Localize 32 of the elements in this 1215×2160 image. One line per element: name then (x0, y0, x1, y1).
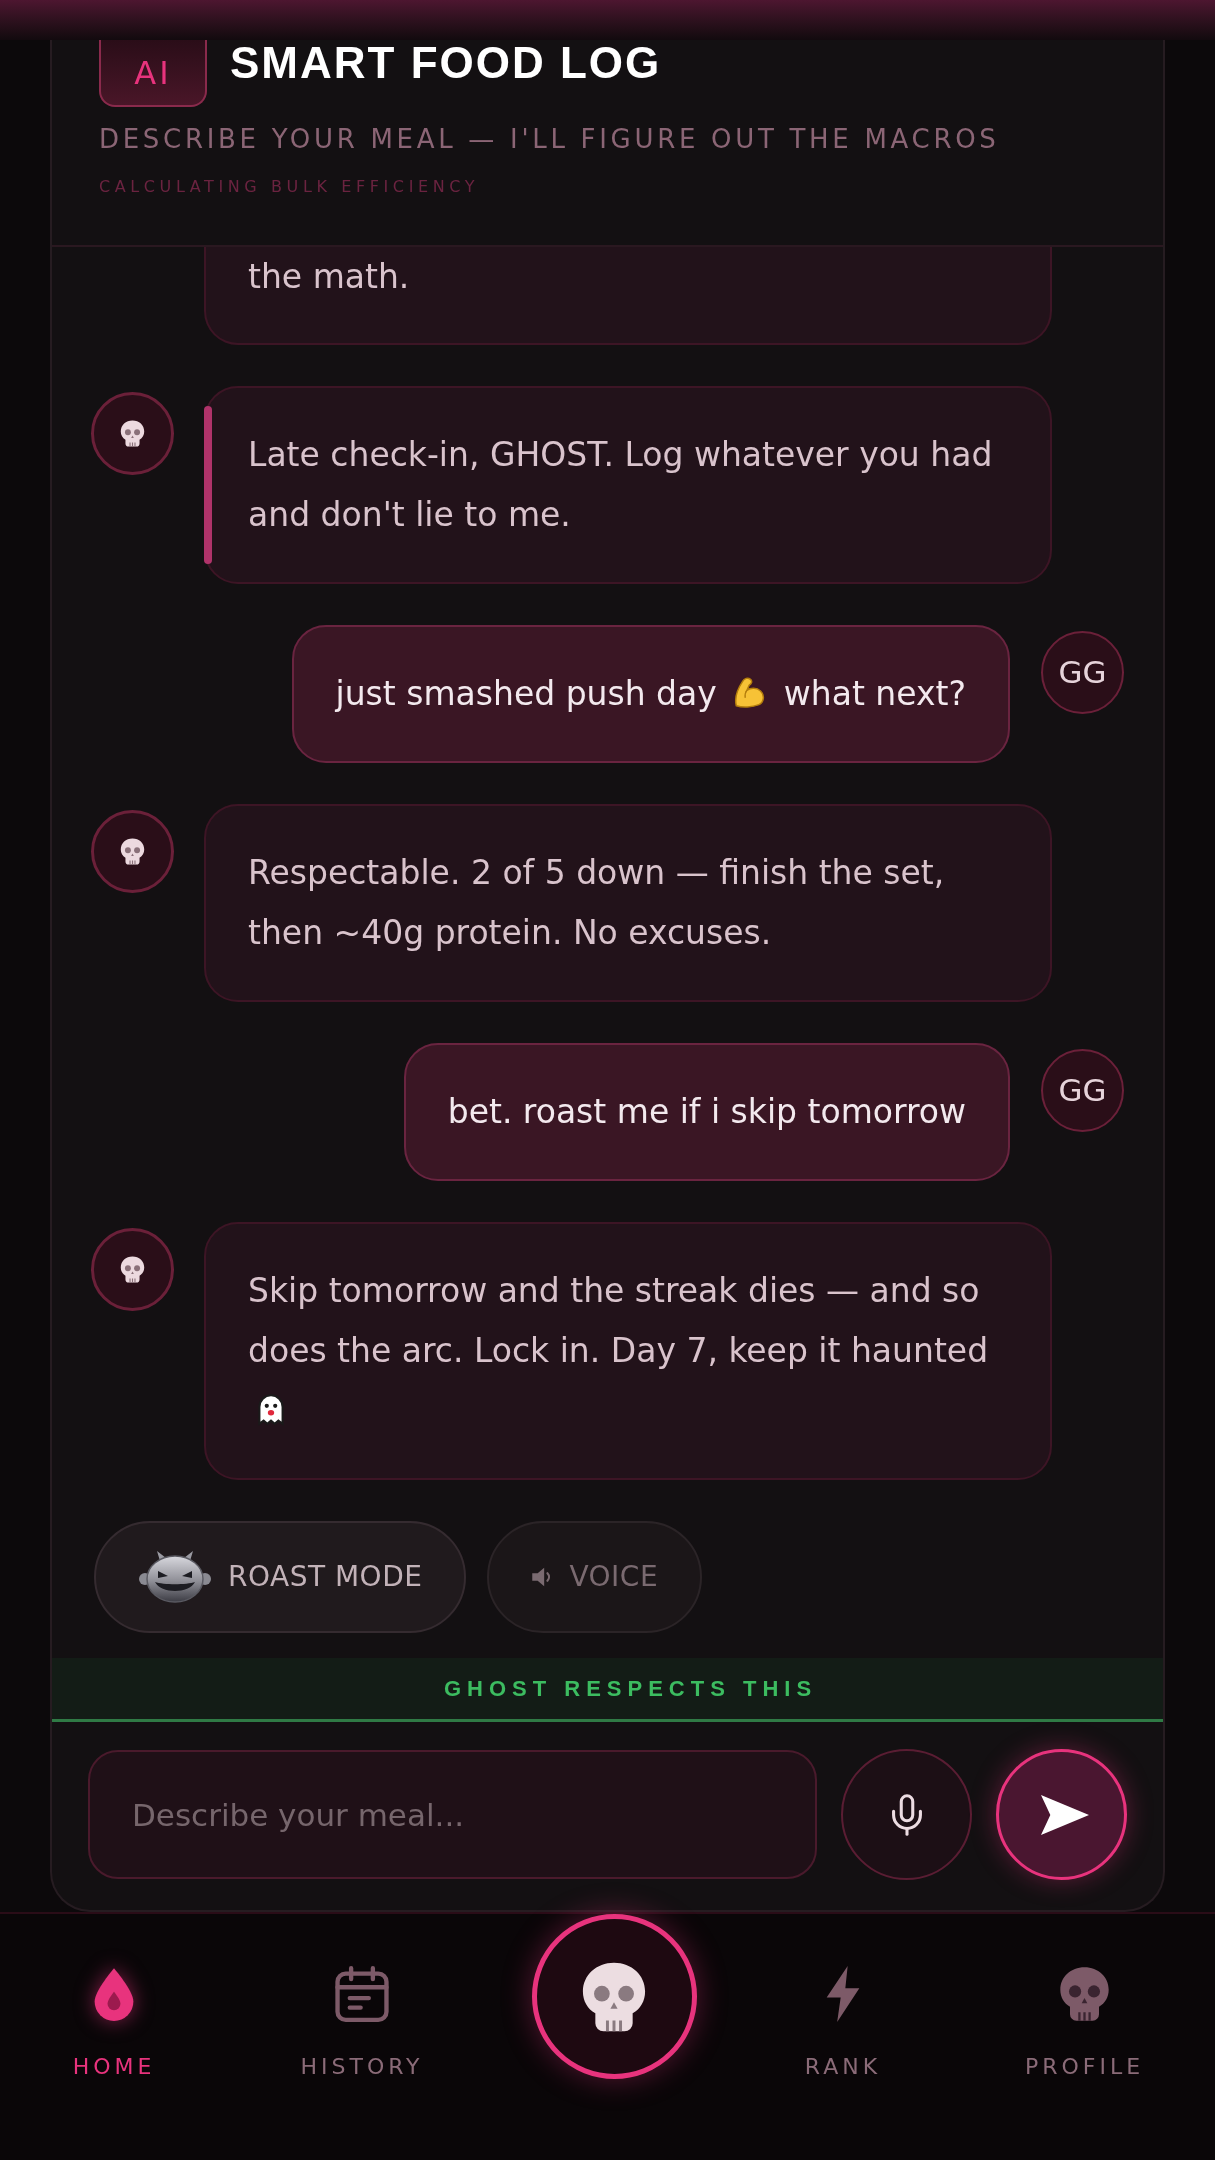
calendar-icon (335, 1966, 389, 2022)
lightning-icon (824, 1966, 862, 2022)
message-text: Skip tomorrow and the streak dies — and so does the arc. Lock in. Day 7, keep it haunted (248, 1271, 989, 1370)
message-text: bet. roast me if i skip tomorrow (447, 1092, 966, 1131)
meal-input[interactable]: Describe your meal... (88, 1750, 817, 1879)
nav-tab[interactable]: PROFILE (954, 1914, 1215, 2160)
message-text: the math. (248, 257, 410, 296)
devil-face-icon (138, 1549, 212, 1605)
user-avatar: GG (1041, 631, 1124, 714)
nav-tab[interactable]: RANK (732, 1914, 954, 2160)
user-avatar: GG (1041, 1049, 1124, 1132)
send-button[interactable] (996, 1749, 1127, 1880)
status-banner: GHOST RESPECTS THIS (52, 1658, 1163, 1722)
skull-avatar-icon (91, 1228, 174, 1311)
skull-icon (1059, 1966, 1110, 2022)
app-title: SMART FOOD LOG (230, 40, 662, 86)
app-subtitle: DESCRIBE YOUR MEAL — I'LL FIGURE OUT THE MACROS (99, 123, 1001, 156)
ai-badge: AI (99, 40, 207, 107)
nav-tab[interactable]: HOME (0, 1914, 228, 2160)
skull-avatar-icon (91, 392, 174, 475)
roast-mode-button[interactable]: ROAST MODE (94, 1521, 467, 1633)
skull-icon (581, 1960, 647, 2033)
status-text: CALCULATING BULK EFFICIENCY (99, 176, 481, 198)
skull-avatar-icon (91, 810, 174, 893)
message-text: Respectable. 2 of 5 down — finish the set, then ~40g protein. No excuses. (248, 853, 945, 952)
message-text: Late check-in, GHOST. Log whatever you had and don't lie to me. (248, 435, 993, 534)
voice-button[interactable]: VOICE (487, 1521, 703, 1633)
nav-tab[interactable]: HISTORY (228, 1914, 496, 2160)
drop-icon (92, 1966, 136, 2022)
message-text: what next? (783, 674, 966, 713)
message-text: just smashed push day (335, 674, 717, 713)
send-icon (1040, 1794, 1089, 1835)
